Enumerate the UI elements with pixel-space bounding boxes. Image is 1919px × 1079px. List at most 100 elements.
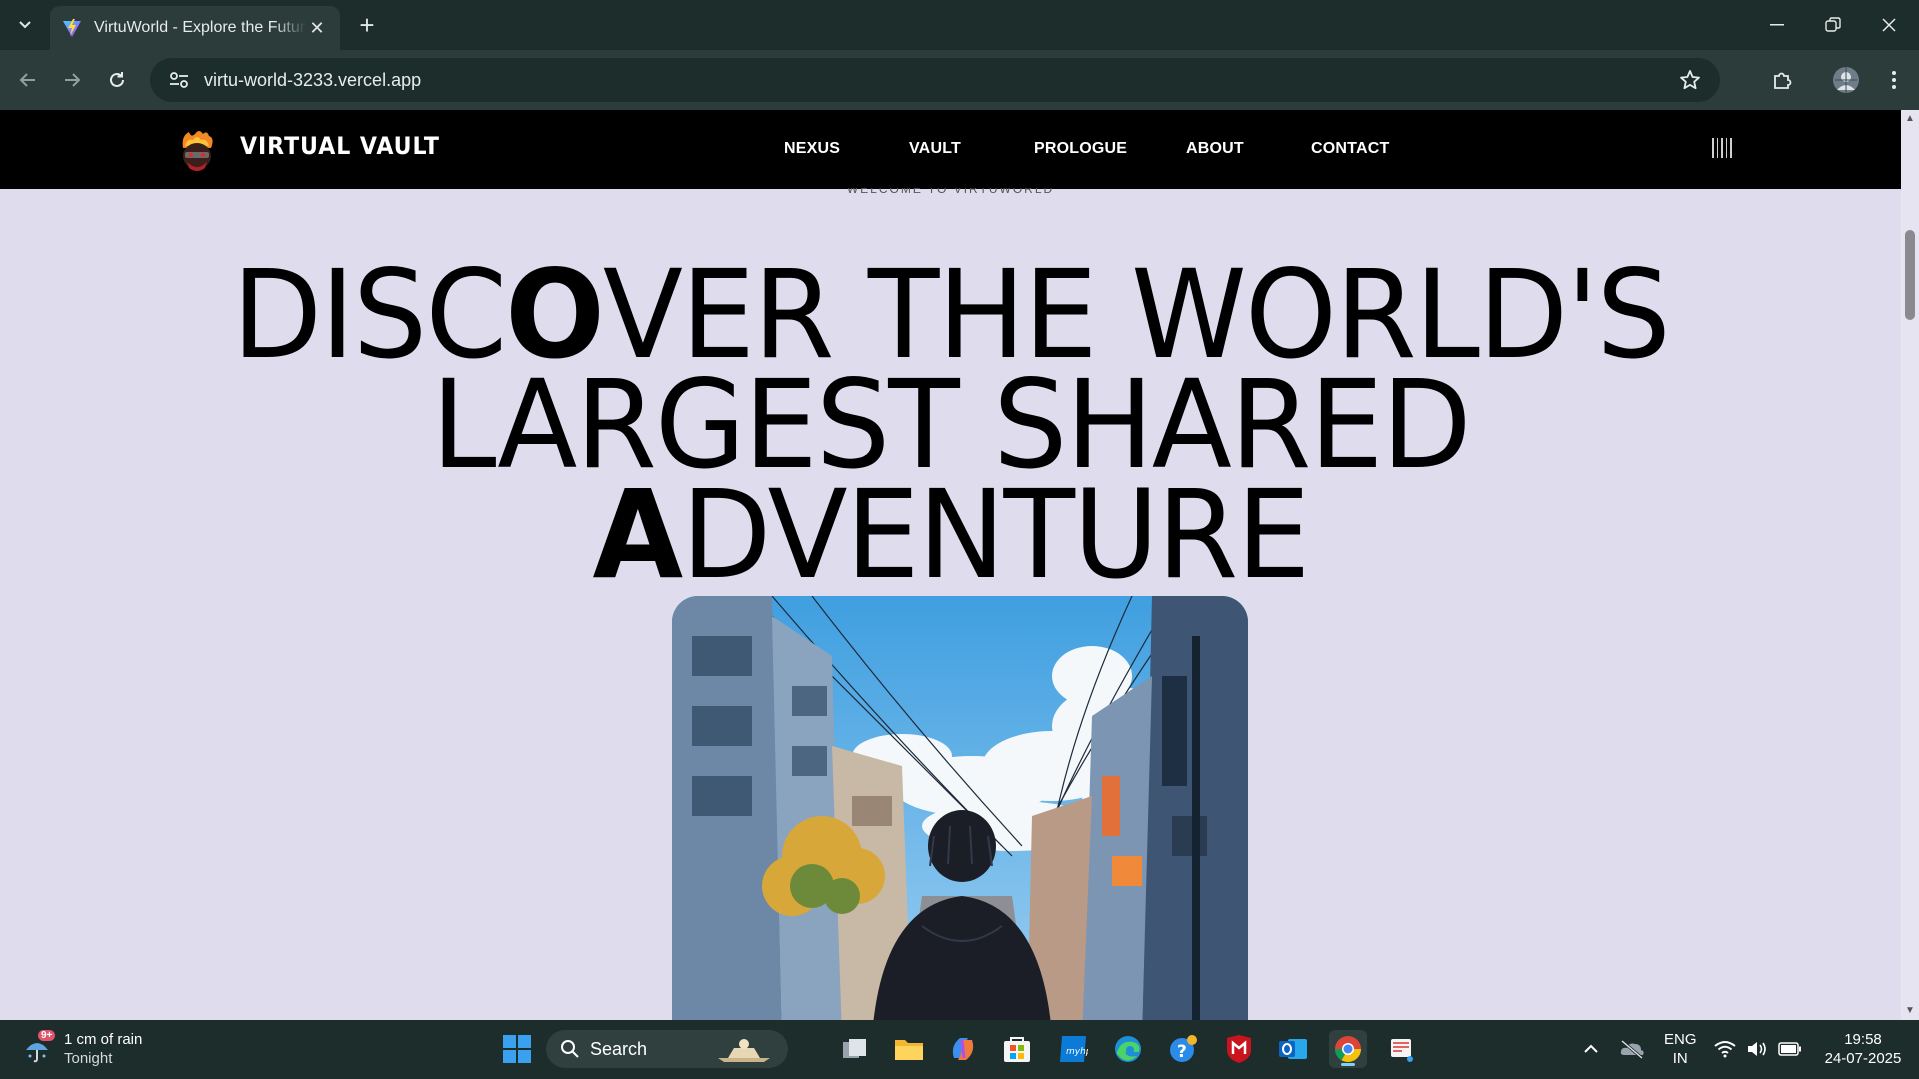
copilot-button[interactable]	[944, 1030, 982, 1068]
weather-main-text: 1 cm of rain	[64, 1031, 143, 1048]
copilot-icon	[952, 1038, 974, 1060]
hp-icon: myhp	[1060, 1036, 1088, 1062]
new-tab-button[interactable]: +	[352, 10, 382, 40]
show-hidden-icons-button[interactable]	[1573, 1030, 1609, 1068]
site-logo-icon[interactable]	[175, 128, 219, 174]
vite-favicon-icon	[63, 19, 81, 37]
umbrella-icon: 9+	[22, 1030, 56, 1064]
nav-link-nexus[interactable]: NEXUS	[784, 140, 840, 158]
outlook-button[interactable]	[1274, 1030, 1312, 1068]
tab-title: VirtuWorld - Explore the Future	[94, 19, 306, 36]
volume-icon	[1748, 1042, 1766, 1056]
region-code: IN	[1672, 1050, 1688, 1067]
restore-icon	[1825, 17, 1841, 32]
kebab-menu-icon	[1892, 71, 1896, 89]
language-code: ENG	[1664, 1031, 1697, 1048]
edge-button[interactable]	[1109, 1030, 1147, 1068]
web-page: VIRTUAL VAULT NEXUS VAULT PROLOGUE ABOUT…	[0, 110, 1901, 1020]
url-text: virtu-world-3233.vercel.app	[204, 69, 422, 90]
avatar	[1833, 67, 1859, 93]
bookmark-star-icon[interactable]	[1678, 68, 1702, 92]
chrome-menu-button[interactable]	[1878, 64, 1910, 96]
chrome-taskbar-button[interactable]	[1329, 1030, 1367, 1068]
nav-link-prologue[interactable]: PROLOGUE	[1034, 140, 1127, 158]
svg-text:?: ?	[1177, 1042, 1187, 1062]
chevron-down-icon	[19, 21, 31, 29]
forward-button[interactable]	[56, 64, 88, 96]
store-icon	[1004, 1037, 1030, 1062]
hp-app-button[interactable]: myhp	[1054, 1030, 1092, 1068]
extensions-button[interactable]	[1766, 64, 1798, 96]
folder-icon	[895, 1040, 923, 1060]
address-bar[interactable]: virtu-world-3233.vercel.app	[150, 58, 1720, 102]
windows-taskbar: 9+ 1 cm of rain Tonight Search myhp	[0, 1020, 1919, 1079]
arrow-left-icon	[19, 73, 35, 87]
search-label: Search	[590, 1038, 648, 1059]
task-view-icon	[843, 1039, 866, 1058]
menu-bars-icon[interactable]	[1712, 138, 1732, 158]
clock-time: 19:58	[1844, 1031, 1882, 1048]
puzzle-icon	[1774, 72, 1792, 89]
close-icon	[1882, 18, 1896, 32]
page-scrollbar[interactable]: ▲ ▼	[1901, 110, 1919, 1020]
browser-tab-strip: VirtuWorld - Explore the Future ✕ +	[0, 0, 1919, 50]
browser-toolbar: virtu-world-3233.vercel.app	[0, 50, 1919, 110]
site-navbar: VIRTUAL VAULT NEXUS VAULT PROLOGUE ABOUT…	[0, 110, 1901, 189]
battery-icon	[1778, 1042, 1801, 1056]
snipping-tool-button[interactable]	[1383, 1030, 1421, 1068]
minimize-icon	[1770, 24, 1784, 26]
site-info-icon[interactable]	[168, 69, 190, 91]
hero-heading: DISCOVER THE WORLD'S LARGEST SHARED ADVE…	[38, 254, 1863, 606]
chrome-icon	[1335, 1036, 1361, 1062]
tab-close-icon[interactable]: ✕	[306, 17, 328, 39]
scroll-down-arrow-icon[interactable]: ▼	[1905, 1006, 1915, 1016]
scroll-up-arrow-icon[interactable]: ▲	[1905, 114, 1915, 124]
welcome-text: WELCOME TO VIRTUWORLD	[846, 188, 1055, 196]
chevron-up-icon	[1584, 1044, 1598, 1053]
cloud-offline-icon	[1620, 1039, 1644, 1059]
reload-button[interactable]	[101, 64, 133, 96]
help-app-button[interactable]: ?	[1164, 1030, 1202, 1068]
microsoft-store-button[interactable]	[998, 1030, 1036, 1068]
start-button[interactable]	[498, 1030, 536, 1068]
hero-line-3: ADVENTURE	[592, 464, 1311, 606]
clock[interactable]: 19:58 24-07-2025	[1818, 1030, 1908, 1068]
quick-settings-button[interactable]	[1710, 1030, 1806, 1068]
edge-icon	[1115, 1036, 1141, 1062]
onedrive-button[interactable]	[1614, 1030, 1650, 1068]
search-icon	[561, 1040, 579, 1058]
profile-button[interactable]	[1830, 64, 1862, 96]
taskbar-search[interactable]: Search	[546, 1030, 788, 1068]
outlook-icon	[1279, 1039, 1307, 1059]
snipping-tool-icon	[1391, 1039, 1413, 1062]
nav-link-about[interactable]: ABOUT	[1186, 140, 1244, 158]
search-highlight-icon	[718, 1039, 770, 1062]
svg-text:myhp: myhp	[1066, 1047, 1088, 1057]
brand-name[interactable]: VIRTUAL VAULT	[240, 132, 440, 160]
nav-link-contact[interactable]: CONTACT	[1311, 140, 1389, 158]
help-icon: ?	[1170, 1035, 1197, 1062]
wifi-icon	[1714, 1041, 1736, 1058]
tab-search-button[interactable]	[10, 10, 40, 40]
task-view-button[interactable]	[836, 1030, 874, 1068]
windows-logo-icon	[503, 1035, 531, 1063]
file-explorer-button[interactable]	[890, 1030, 928, 1068]
weather-widget[interactable]: 9+ 1 cm of rain Tonight	[22, 1030, 142, 1068]
weather-badge: 9+	[38, 1030, 56, 1041]
restore-button[interactable]	[1805, 0, 1861, 50]
weather-sub-text: Tonight	[64, 1050, 113, 1067]
clock-date: 24-07-2025	[1824, 1050, 1902, 1067]
active-indicator	[1341, 1063, 1355, 1066]
close-window-button[interactable]	[1861, 0, 1917, 50]
mcafee-shield-icon	[1227, 1035, 1251, 1063]
mcafee-button[interactable]	[1220, 1030, 1258, 1068]
arrow-right-icon	[65, 73, 81, 87]
nav-link-vault[interactable]: VAULT	[909, 140, 961, 158]
hero-city-illustration	[672, 596, 1248, 1020]
minimize-button[interactable]	[1749, 0, 1805, 50]
reload-icon	[110, 72, 124, 87]
browser-tab-active[interactable]: VirtuWorld - Explore the Future ✕	[50, 6, 340, 50]
language-indicator[interactable]: ENG IN	[1664, 1030, 1697, 1068]
back-button[interactable]	[12, 64, 44, 96]
scrollbar-thumb[interactable]	[1905, 230, 1915, 320]
